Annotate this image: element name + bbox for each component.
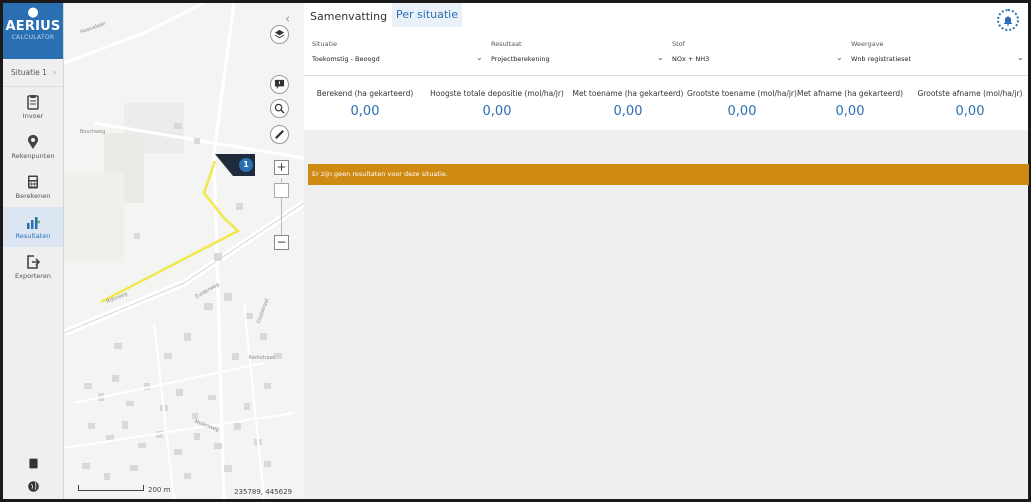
nav-item-label: Rekenpunten bbox=[11, 152, 55, 160]
stat-value: 0,00 bbox=[835, 104, 865, 119]
view-select-value: Wnb registratieset bbox=[851, 55, 912, 63]
stat-value: 0,00 bbox=[727, 104, 757, 119]
scale-bar bbox=[78, 485, 144, 491]
layers-button[interactable] bbox=[270, 25, 289, 44]
view-select[interactable]: Weergave Wnb registratieset ⌄ bbox=[845, 34, 1028, 76]
zoom-in-button[interactable]: + bbox=[274, 160, 289, 175]
filter-bar: Situatie Toekomstig - Beoogd ⌄ Resultaat… bbox=[304, 34, 1028, 76]
nav-item-berekenen[interactable]: Berekenen bbox=[3, 167, 63, 207]
stat-hoogste-depositie: Hoogste totale depositie (mol/ha/jr) 0,0… bbox=[427, 76, 567, 119]
notifications-button[interactable] bbox=[997, 9, 1019, 31]
chevron-down-icon: ⌄ bbox=[476, 53, 483, 62]
substance-select[interactable]: Stof NOx + NH3 ⌄ bbox=[666, 34, 846, 76]
bell-icon bbox=[1004, 16, 1012, 26]
zoom-out-button[interactable]: − bbox=[274, 235, 289, 250]
situation-select-label: Situatie bbox=[312, 40, 337, 48]
map-pin-icon bbox=[28, 134, 38, 149]
zoom-slider-handle[interactable] bbox=[274, 183, 289, 198]
search-icon bbox=[274, 103, 285, 114]
stat-met-toename: Met toename (ha gekarteerd) 0,00 bbox=[567, 76, 689, 119]
stat-value: 0,00 bbox=[613, 104, 643, 119]
clipboard-icon bbox=[27, 95, 39, 110]
collapse-panel-icon[interactable]: ‹ bbox=[285, 12, 290, 27]
nav-item-exporteren[interactable]: Exporteren bbox=[3, 247, 63, 287]
nav-item-resultaten[interactable]: Resultaten bbox=[3, 207, 63, 247]
nav-item-invoer[interactable]: Invoer bbox=[3, 87, 63, 127]
no-results-warning: Er zijn geen resultaten voor deze situat… bbox=[308, 164, 1029, 185]
substance-select-value: NOx + NH3 bbox=[672, 55, 710, 63]
street-label: Kerkstraat bbox=[249, 355, 275, 361]
chevron-down-icon: ⌄ bbox=[657, 53, 664, 62]
marker-number: 1 bbox=[239, 158, 253, 172]
scale-label: 200 m bbox=[148, 486, 171, 494]
stat-value: 0,00 bbox=[350, 104, 380, 119]
tab-per-situatie[interactable]: Per situatie bbox=[392, 3, 462, 27]
chevron-right-icon: › bbox=[52, 67, 57, 78]
nav-bottom-tools bbox=[3, 457, 64, 493]
stat-met-afname: Met afname (ha gekarteerd) 0,00 bbox=[790, 76, 910, 119]
situation-selector-label: Situatie 1 bbox=[11, 68, 47, 77]
map-panel[interactable]: Hoevelaan Boschweg Rijksweg Zuiderweg Oo… bbox=[64, 3, 304, 499]
tab-samenvatting[interactable]: Samenvatting bbox=[310, 10, 387, 23]
layers-icon bbox=[274, 29, 285, 39]
source-marker[interactable]: 1 bbox=[215, 154, 257, 176]
aerius-logo[interactable]: ● AERIUS CALCULATOR bbox=[3, 3, 63, 59]
tab-bar: Samenvatting Per situatie bbox=[304, 3, 1028, 34]
search-button[interactable] bbox=[270, 99, 289, 118]
stat-grootste-toename: Grootste toename (mol/ha/jr) 0,00 bbox=[683, 76, 801, 119]
stat-grootste-afname: Grootste afname (mol/ha/jr) 0,00 bbox=[912, 76, 1028, 119]
ruler-icon bbox=[275, 130, 284, 139]
stat-label: Grootste toename (mol/ha/jr) bbox=[687, 89, 797, 98]
result-select-label: Resultaat bbox=[491, 40, 522, 48]
logo-subtitle: CALCULATOR bbox=[11, 34, 55, 41]
nav-item-label: Exporteren bbox=[15, 272, 51, 280]
substance-select-label: Stof bbox=[672, 40, 685, 48]
calculator-icon bbox=[28, 175, 38, 189]
chevron-down-icon: ⌄ bbox=[836, 53, 843, 62]
stat-value: 0,00 bbox=[482, 104, 512, 119]
main-panel: Samenvatting Per situatie Situatie Toeko… bbox=[304, 3, 1029, 499]
view-select-label: Weergave bbox=[851, 40, 884, 48]
measure-button[interactable] bbox=[270, 125, 289, 144]
situation-select[interactable]: Situatie Toekomstig - Beoogd ⌄ bbox=[306, 34, 484, 76]
stat-label: Grootste afname (mol/ha/jr) bbox=[917, 89, 1023, 98]
nav-item-label: Berekenen bbox=[15, 192, 51, 200]
info-speech-icon bbox=[274, 79, 285, 90]
situation-selector[interactable]: Situatie 1 › bbox=[3, 59, 63, 87]
nav-item-rekenpunten[interactable]: Rekenpunten bbox=[3, 127, 63, 167]
result-select[interactable]: Resultaat Projectberekening ⌄ bbox=[485, 34, 665, 76]
logo-mark: ● bbox=[27, 5, 39, 20]
map-coordinates: 235789, 445629 bbox=[234, 488, 292, 496]
nav-item-label: Resultaten bbox=[15, 232, 51, 240]
map-scale: 200 m bbox=[78, 485, 171, 494]
stat-label: Berekend (ha gekarteerd) bbox=[316, 89, 414, 98]
globe-icon[interactable] bbox=[27, 480, 40, 493]
nav-item-label: Invoer bbox=[22, 112, 44, 120]
stat-value: 0,00 bbox=[955, 104, 985, 119]
logo-name: AERIUS bbox=[5, 19, 61, 34]
results-chart-icon bbox=[27, 217, 40, 229]
database-icon[interactable] bbox=[27, 457, 40, 470]
street-label: Boschweg bbox=[80, 129, 106, 135]
export-icon bbox=[27, 255, 41, 269]
stat-label: Hoogste totale depositie (mol/ha/jr) bbox=[430, 89, 564, 98]
result-select-value: Projectberekening bbox=[491, 55, 550, 63]
stat-label: Met toename (ha gekarteerd) bbox=[572, 89, 684, 98]
stat-label: Met afname (ha gekarteerd) bbox=[796, 89, 904, 98]
map-background bbox=[64, 3, 304, 499]
left-navigation: ● AERIUS CALCULATOR Situatie 1 › Invoer … bbox=[3, 3, 64, 499]
info-button[interactable] bbox=[270, 75, 289, 94]
situation-select-value: Toekomstig - Beoogd bbox=[312, 55, 380, 63]
statistics-row: Berekend (ha gekarteerd) 0,00 Hoogste to… bbox=[304, 76, 1028, 130]
stat-berekend: Berekend (ha gekarteerd) 0,00 bbox=[310, 76, 420, 119]
chevron-down-icon: ⌄ bbox=[1017, 53, 1024, 62]
